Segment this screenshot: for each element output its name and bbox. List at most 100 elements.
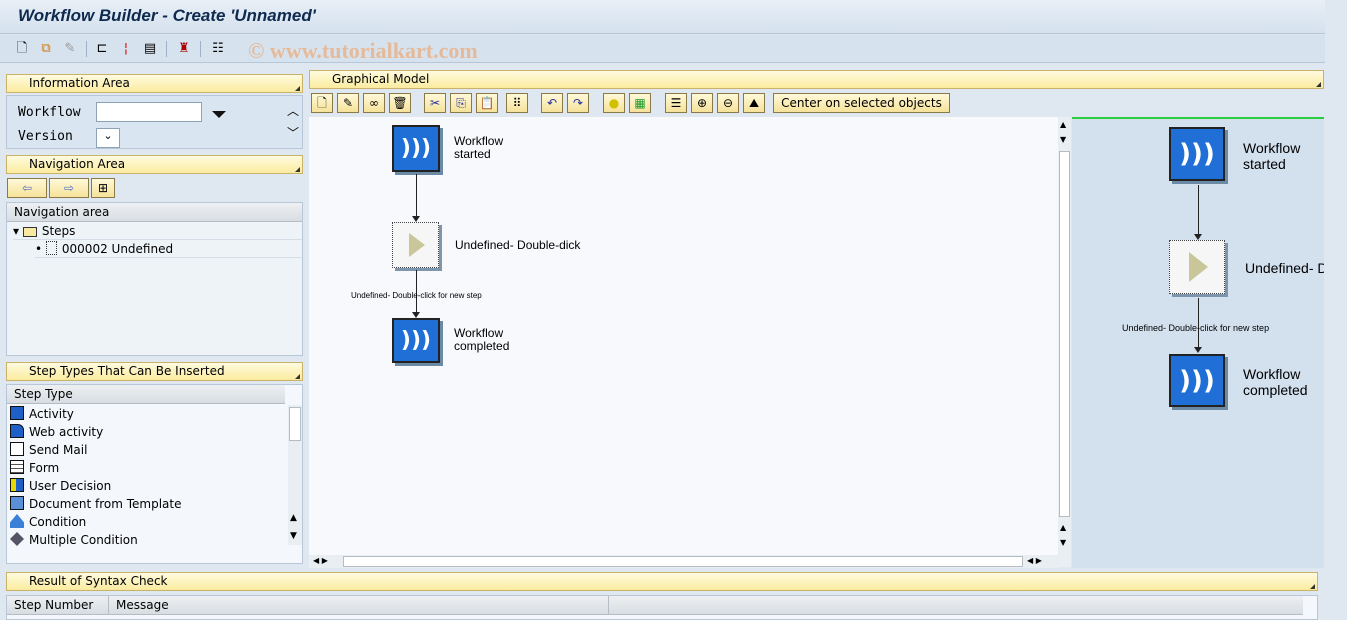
tree-node-steps[interactable]: ▾ Steps (13, 222, 302, 240)
forward-button[interactable]: ⇨ (49, 178, 89, 198)
step-type-item[interactable]: Web activity (10, 423, 103, 441)
overview-started-node[interactable]: ))) (1169, 127, 1225, 181)
edge-label[interactable]: Undefined- Double-click for new step (351, 289, 482, 302)
step-type-label: Condition (29, 515, 87, 529)
scroll-down-icon[interactable]: ﹀ (287, 124, 299, 141)
folder-icon (22, 227, 37, 237)
new-button[interactable]: 🗋 (311, 93, 333, 113)
message-column-header[interactable]: Message (109, 596, 609, 615)
step-type-label: Document from Template (29, 497, 182, 511)
workflow-dropdown-icon[interactable] (212, 111, 226, 118)
step-type-label: Activity (29, 407, 74, 421)
canvas-horizontal-scrollbar[interactable]: ◀ ▶ ◀ ▶ (309, 555, 1058, 568)
step-type-item[interactable]: Form (10, 459, 59, 477)
undefined-step-icon (45, 241, 57, 255)
insert-block-button[interactable]: ⠿ (506, 93, 528, 113)
tree-label: 000002 Undefined (61, 242, 174, 256)
print-icon[interactable]: ▤ (142, 41, 158, 57)
scrollbar-thumb[interactable] (1059, 151, 1070, 517)
workflow-completed-node[interactable]: ))) (392, 318, 440, 363)
navigation-area-title: Navigation Area (29, 157, 126, 171)
arrow-icon (1194, 347, 1202, 353)
paste-button[interactable]: 📋 (476, 93, 498, 113)
scroll-up-icon[interactable]: ▲ (290, 513, 297, 523)
undo-button[interactable]: ↶ (541, 93, 563, 113)
workflow-label: Workflow (18, 105, 81, 120)
hierarchy-icon[interactable]: ⊏ (94, 41, 110, 57)
structure-button[interactable]: ⊞ (91, 178, 115, 198)
syntax-check-header[interactable]: Result of Syntax Check (6, 572, 1318, 591)
scrollbar-thumb[interactable] (343, 556, 1023, 567)
workflow-input[interactable] (96, 102, 202, 122)
step-number-column-header[interactable]: Step Number (7, 596, 109, 615)
list-icon[interactable]: ☷ (210, 41, 226, 57)
redo-button[interactable]: ↷ (567, 93, 589, 113)
hat-icon[interactable]: ♜ (176, 41, 192, 57)
navigation-table-header: Navigation area (7, 203, 302, 222)
step-type-item[interactable]: Multiple Condition (10, 531, 138, 549)
overview-edge-label: Undefined- Double-click for new step (1122, 323, 1270, 333)
step-type-item[interactable]: Document from Template (10, 495, 181, 513)
step-type-label: Web activity (29, 425, 104, 439)
navigation-tree: Navigation area ▾ Steps • 000002 Undefin… (6, 202, 303, 356)
zoom-out-button[interactable]: ⊖ (717, 93, 739, 113)
graphical-model-header[interactable]: Graphical Model (309, 70, 1324, 89)
information-area-header[interactable]: Information Area (6, 74, 303, 93)
step-type-item[interactable]: Condition (10, 513, 86, 531)
wizard-button[interactable]: ● (603, 93, 625, 113)
step-type-item[interactable]: User Decision (10, 477, 111, 495)
step-type-item[interactable]: Send Mail (10, 441, 87, 459)
tree-label: Steps (41, 224, 76, 238)
zoom-in-button[interactable]: ⊕ (691, 93, 713, 113)
user-decision-icon (10, 478, 24, 492)
step-type-item[interactable]: Activity (10, 405, 74, 423)
canvas-vertical-scrollbar[interactable]: ▲ ▼ ▲ ▼ (1058, 117, 1071, 567)
align-button[interactable]: ☰ (665, 93, 687, 113)
watermark: © www.tutorialkart.com (248, 38, 478, 63)
new-document-icon[interactable]: 🗋 (14, 41, 30, 57)
workflow-started-label: Workflow started (454, 134, 504, 161)
center-on-selected-button[interactable]: Center on selected objects (773, 93, 950, 113)
form-icon (10, 460, 24, 474)
version-select[interactable]: ⌄ (96, 128, 120, 148)
tree-node-step[interactable]: • 000002 Undefined (35, 240, 302, 258)
send-mail-icon (10, 442, 24, 456)
syntax-check-table: Step Number Message (6, 595, 1318, 620)
undefined-step-label: Undefined- Double-dick (455, 238, 581, 252)
window-title: Workflow Builder - Create 'Unnamed' (18, 6, 316, 25)
wand-icon[interactable]: ¦ (118, 41, 134, 57)
overview-started-label: Workflow started (1243, 140, 1301, 172)
overview-button[interactable]: ▦ (629, 93, 651, 113)
step-types-header[interactable]: Step Types That Can Be Inserted (6, 362, 303, 381)
step-types-title: Step Types That Can Be Inserted (29, 364, 225, 378)
overview-completed-node[interactable]: ))) (1169, 354, 1225, 407)
overview-undefined-node[interactable] (1169, 240, 1225, 294)
edit-icon[interactable]: ✎ (62, 41, 78, 57)
activity-icon (10, 406, 24, 420)
navigation-area-header[interactable]: Navigation Area (6, 155, 303, 174)
workflow-started-node[interactable]: ))) (392, 125, 440, 172)
scroll-up-icon[interactable]: ︿ (287, 102, 299, 119)
edit-button[interactable]: ✎ (337, 93, 359, 113)
fit-button[interactable]: ⛰ (743, 93, 765, 113)
syntax-check-title: Result of Syntax Check (29, 574, 168, 588)
step-type-label: Form (29, 461, 60, 475)
display-button[interactable]: ∞ (363, 93, 385, 113)
overview-completed-label: Workflow completed (1243, 366, 1308, 398)
overview-undefined-label: Undefined- D (1245, 260, 1324, 276)
undefined-step-node[interactable] (392, 222, 439, 268)
back-button[interactable]: ⇦ (7, 178, 47, 198)
overview-pane[interactable]: ))) Workflow started Undefined- D Undefi… (1072, 117, 1324, 568)
delete-button[interactable]: 🗑 (389, 93, 411, 113)
document-template-icon (10, 496, 24, 510)
step-type-label: Send Mail (29, 443, 88, 457)
cut-button[interactable]: ✂ (424, 93, 446, 113)
step-type-label: Multiple Condition (29, 533, 138, 547)
scroll-down-icon[interactable]: ▼ (290, 531, 297, 541)
step-types-table: Step Type Activity Web activity Send Mail F… (6, 384, 303, 564)
graphical-canvas[interactable]: ))) Workflow started Undefined- Double-d… (309, 117, 1058, 555)
copy-icon[interactable]: ⧉ (38, 41, 54, 57)
scrollbar-thumb[interactable] (289, 407, 301, 441)
copy-button[interactable]: ⎘ (450, 93, 472, 113)
graphical-model-title: Graphical Model (332, 72, 430, 86)
